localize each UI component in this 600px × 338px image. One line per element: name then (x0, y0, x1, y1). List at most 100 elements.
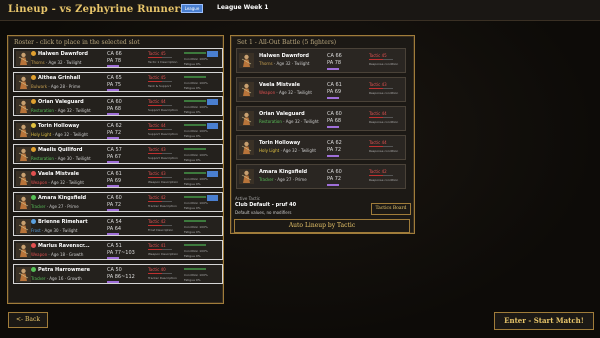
roster-row[interactable]: Maelis Quillford Restoration · Age 30 · T… (13, 144, 223, 164)
fighter-avatar-icon (16, 99, 31, 114)
fighter-subline: Thorns · Age 32 · Twilight (31, 60, 82, 65)
fighter-name: Althea Grinhall (38, 75, 81, 81)
top-bar: Lineup - vs Zephyrine Runners League Lea… (0, 0, 600, 21)
roster-row[interactable]: Halwen Dawnford Thorns · Age 32 · Twiligh… (13, 48, 223, 68)
role-dot-icon (31, 243, 36, 248)
roster-row[interactable]: Orian Valeguard Restoration · Age 32 · Tw… (13, 96, 223, 116)
fighter-role: Restoration (259, 119, 282, 124)
fighter-trait: Growth (68, 252, 84, 257)
condition-label: Condition 100% (184, 225, 208, 229)
fighter-name: Halwen Dawnford (259, 53, 309, 59)
potential-ability: PA 72 (327, 176, 342, 182)
tactic-bar (369, 59, 393, 60)
current-ability: CA 66 (327, 53, 342, 59)
role-dot-icon (31, 51, 36, 56)
role-dot-icon (31, 219, 36, 224)
tactic-value: Tactic 45 (148, 51, 166, 56)
active-tactic-label: Active Tactic (235, 196, 260, 201)
roster-row[interactable]: Torin Holloway Holy Light · Age 32 · Twil… (13, 120, 223, 140)
fighter-name: Amara Kingsfield (38, 195, 87, 201)
fighter-name: Marius Ravenscr... (38, 243, 90, 249)
fighter-avatar-icon (239, 53, 254, 68)
rank-tag (327, 155, 339, 157)
fighter-trait: Growth (67, 276, 82, 281)
condition-bar (184, 196, 206, 198)
fighter-avatar-icon (16, 267, 31, 282)
tactic-description: Tracker Description (148, 204, 177, 208)
potential-ability: PA 72 (107, 202, 122, 208)
roster-row[interactable]: Petra Harrowmere Tracker · Age 16 · Growt… (13, 264, 223, 284)
potential-ability: PA 68 (327, 118, 342, 124)
fighter-age: Age 32 (50, 180, 66, 185)
tactics-board-button[interactable]: Tactics Board (371, 203, 411, 215)
fighter-role: Tracker (31, 276, 46, 281)
fighter-subline: Weapon · Age 32 · Twilight (31, 180, 84, 185)
potential-ability: PA 78 (327, 60, 342, 66)
tactic-value: Tactic 41 (148, 243, 166, 248)
tactic-value: Tactic 44 (148, 99, 166, 104)
set-slot[interactable]: Torin Holloway Holy Light · Age 32 · Twil… (236, 135, 406, 160)
fighter-age: Age 27 (277, 177, 292, 182)
selected-marker (207, 99, 218, 105)
roster-row[interactable]: Vaela Mistvale Weapon · Age 32 · Twilight… (13, 168, 223, 188)
current-ability: CA 50 (107, 267, 122, 273)
fighter-age: Age 32 (283, 148, 298, 153)
potential-ability: PA 64 (107, 226, 122, 232)
fighter-trait: Twilight (300, 148, 316, 153)
roster-row[interactable]: Marius Ravenscr... Weapon · Age 18 · Grow… (13, 240, 223, 260)
tactic-bar (148, 105, 172, 106)
role-dot-icon (31, 123, 36, 128)
tactic-bar (369, 175, 393, 176)
role-dot-icon (31, 99, 36, 104)
fighter-role: Tracker (31, 204, 46, 209)
set-slot[interactable]: Orian Valeguard Restoration · Age 32 · Tw… (236, 106, 406, 131)
roster-row[interactable]: Althea Grinhall Bulwark · Age 28 · Prime C… (13, 72, 223, 92)
set-slot[interactable]: Amara Kingsfield Tracker · Age 27 · Prime… (236, 164, 406, 189)
potential-ability: PA 86~112 (107, 274, 135, 280)
fighter-subline: Restoration · Age 32 · Twilight (31, 108, 91, 113)
condition-bar (184, 268, 206, 270)
tactic-bar (148, 225, 172, 226)
roster-row[interactable]: Amara Kingsfield Tracker · Age 27 · Prime… (13, 192, 223, 212)
roster-row[interactable]: Brienne Rimehart Frost · Age 30 · Twiligh… (13, 216, 223, 236)
potential-ability: PA 72 (107, 130, 122, 136)
fighter-trait: Twilight (66, 60, 82, 65)
fighter-avatar-icon (16, 123, 31, 138)
fatigue-label: Fatigue 0% (184, 254, 201, 258)
potential-ability: PA 69 (327, 89, 342, 95)
auto-lineup-button[interactable]: Auto Lineup by Tactic (234, 219, 410, 233)
tactic-value: Tactic 45 (369, 53, 387, 58)
condition-label: Condition 100% (184, 249, 208, 253)
fighter-role: Bulwark (31, 84, 48, 89)
fighter-subline: Frost · Age 30 · Twilight (31, 228, 78, 233)
rank-tag (107, 281, 119, 283)
fighter-avatar-icon (239, 169, 254, 184)
set-slot[interactable]: Halwen Dawnford Thorns · Age 32 · Twiligh… (236, 48, 406, 73)
tactic-value: Tactic 42 (148, 219, 166, 224)
fighter-role: Holy Light (31, 132, 52, 137)
fighter-subline: Tracker · Age 27 · Prime (31, 204, 79, 209)
enter-start-match-button[interactable]: Enter - Start Match! (494, 312, 594, 330)
potential-ability: PA 72 (327, 147, 342, 153)
tactic-bar (148, 273, 172, 274)
condition-label: Condition 100% (184, 57, 208, 61)
rank-tag (107, 137, 119, 139)
back-button[interactable]: <- Back (8, 312, 48, 328)
current-ability: CA 61 (107, 171, 122, 177)
fighter-trait: Twilight (75, 108, 91, 113)
fighter-trait: Prime (67, 204, 79, 209)
set-slot[interactable]: Vaela Mistvale Weapon · Age 32 · Twilight… (236, 77, 406, 102)
page-title: Lineup - vs Zephyrine Runners (8, 4, 186, 15)
fighter-subline: Restoration · Age 32 · Twilight (259, 119, 319, 124)
condition-bar (184, 148, 206, 150)
fighter-role: Weapon (31, 180, 48, 185)
tactic-value: Tactic 44 (369, 140, 387, 145)
fighter-age: Age 30 (57, 156, 72, 161)
fighter-subline: Tracker · Age 16 · Growth (31, 276, 82, 281)
rank-tag (327, 184, 339, 186)
tactic-bar (148, 81, 172, 82)
condition-bar (184, 220, 206, 222)
set-heading: Set 1 - All-Out Battle (5 fighters) (237, 39, 337, 46)
role-dot-icon (31, 267, 36, 272)
tactic-description: Frost Description (148, 228, 174, 232)
